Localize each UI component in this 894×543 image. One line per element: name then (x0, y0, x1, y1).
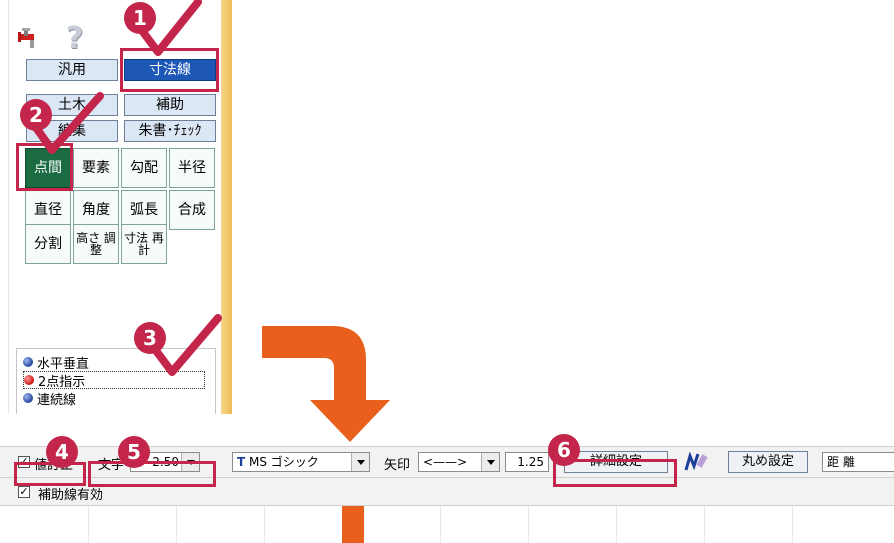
cmd-divide[interactable]: 分割 (25, 224, 71, 264)
callout-badge-5: 5 (118, 436, 150, 468)
mode-label: 水平垂直 (37, 356, 90, 372)
callout-badge-2: 2 (20, 99, 52, 131)
grid-line (264, 506, 265, 543)
chevron-down-icon[interactable] (351, 453, 369, 471)
font-type-icon: T (237, 455, 246, 469)
drawing-canvas[interactable] (0, 506, 894, 543)
font-select[interactable]: T MS ゴシック (232, 452, 370, 472)
callout-badge-4: 4 (46, 436, 78, 468)
flow-arrow-icon (262, 326, 390, 442)
grid-line (616, 506, 617, 543)
pipe-tool-icon[interactable] (16, 28, 40, 50)
tab-general[interactable]: 汎用 (26, 59, 118, 81)
cmd-dimension-recalc[interactable]: 寸法 再計 (121, 224, 167, 264)
arrow-style-value: <——> (423, 455, 468, 469)
arrow-size-field[interactable]: 1.25 (505, 452, 549, 472)
pen-settings-icon[interactable] (684, 452, 708, 472)
tab-redline[interactable]: 朱書･ﾁｪｯｸ (124, 120, 216, 142)
callout-badge-6: 6 (548, 434, 580, 466)
cmd-radius[interactable]: 半径 (169, 148, 215, 188)
grid-line (440, 506, 441, 543)
font-value: T MS ゴシック (237, 453, 349, 471)
mode-horizontal-vertical[interactable]: 水平垂直 (23, 353, 90, 372)
rounding-settings-button[interactable]: 丸め設定 (728, 451, 808, 473)
cmd-slope[interactable]: 勾配 (121, 148, 167, 188)
grid-line (704, 506, 705, 543)
mode-continuous-line[interactable]: 連続線 (23, 389, 77, 408)
mode-label: 2点指示 (38, 374, 86, 390)
grid-line (528, 506, 529, 543)
help-icon[interactable]: ? (66, 24, 100, 54)
radio-selected-icon (24, 375, 34, 385)
cmd-composite[interactable]: 合成 (169, 190, 215, 230)
cmd-height-adjust[interactable]: 高さ 調整 (73, 224, 119, 264)
font-name: MS ゴシック (249, 455, 319, 469)
distance-field[interactable]: 距 離 (822, 452, 894, 472)
flow-arrow-tail (342, 506, 364, 543)
radio-icon (23, 393, 33, 403)
callout-badge-1: 1 (124, 2, 156, 34)
chevron-down-icon[interactable] (481, 453, 499, 471)
grid-line (88, 506, 89, 543)
arrow-label: 矢印 (384, 458, 411, 473)
arrow-style-select[interactable]: <——> (418, 452, 500, 472)
radio-icon (23, 357, 33, 367)
callout-box-4 (14, 462, 86, 486)
auxiliary-line-checkbox[interactable]: ✓ (18, 486, 30, 498)
callout-box-5 (88, 461, 216, 487)
grid-line (176, 506, 177, 543)
callout-badge-3: 3 (134, 322, 166, 354)
palette-gutter (0, 0, 9, 414)
mode-label: 連続線 (37, 392, 77, 408)
grid-line (792, 506, 793, 543)
tab-auxiliary[interactable]: 補助 (124, 94, 216, 116)
